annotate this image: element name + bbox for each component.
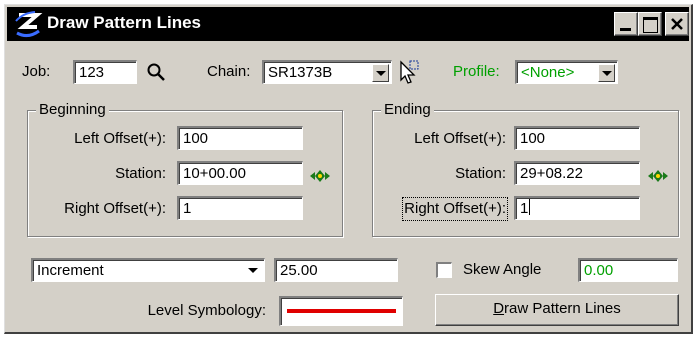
chain-label: Chain:	[207, 63, 251, 80]
increment-field[interactable]: 25.00	[274, 258, 398, 282]
chevron-down-icon[interactable]	[372, 64, 389, 82]
title-bar[interactable]: Draw Pattern Lines	[7, 7, 689, 41]
beginning-left-offset-label: Left Offset(+):	[74, 130, 166, 147]
ending-station-label: Station:	[455, 165, 506, 182]
ending-group-title: Ending	[381, 100, 434, 120]
locate-station-icon[interactable]	[647, 169, 669, 183]
symbology-line	[287, 309, 396, 313]
app-logo-icon	[15, 11, 43, 38]
ending-right-offset-label: Right Offset(+):	[402, 197, 508, 221]
profile-label: Profile:	[453, 63, 500, 80]
chain-dropdown[interactable]: SR1373B	[262, 60, 392, 84]
job-field[interactable]: 123	[73, 60, 137, 84]
skew-angle-label: Skew Angle	[463, 261, 542, 278]
ending-right-offset-field[interactable]: 1	[514, 196, 640, 220]
close-icon	[671, 18, 683, 30]
maximize-button[interactable]	[638, 12, 662, 36]
beginning-right-offset-label: Right Offset(+):	[64, 200, 166, 217]
draw-pattern-lines-dialog: Draw Pattern Lines Job: 123 Chain: SR137…	[4, 4, 693, 334]
window-title: Draw Pattern Lines	[47, 13, 201, 32]
locate-station-icon[interactable]	[309, 169, 331, 183]
ending-left-offset-label: Left Offset(+):	[414, 130, 506, 147]
beginning-station-label: Station:	[115, 165, 166, 182]
skew-angle-checkbox[interactable]	[436, 262, 452, 278]
text-caret	[529, 199, 531, 215]
mode-dropdown[interactable]: Increment	[31, 258, 265, 282]
chevron-down-icon[interactable]	[245, 262, 262, 280]
mode-value: Increment	[37, 262, 104, 279]
minimize-button[interactable]	[614, 12, 638, 36]
beginning-group-title: Beginning	[36, 100, 109, 120]
chevron-down-icon[interactable]	[598, 64, 615, 82]
ending-station-field[interactable]: 29+08.22	[514, 161, 640, 185]
search-icon[interactable]	[146, 62, 166, 82]
job-label: Job:	[22, 63, 51, 80]
beginning-left-offset-field[interactable]: 100	[177, 126, 303, 150]
beginning-right-offset-field[interactable]: 1	[177, 196, 303, 220]
chain-value: SR1373B	[268, 64, 333, 81]
draw-pattern-lines-button[interactable]: Draw Pattern Lines	[435, 294, 679, 326]
skew-angle-field[interactable]: 0.00	[578, 258, 678, 282]
select-chain-icon[interactable]	[395, 58, 421, 86]
close-button[interactable]	[665, 12, 689, 36]
ending-left-offset-field[interactable]: 100	[514, 126, 640, 150]
profile-dropdown[interactable]: <None>	[515, 60, 618, 84]
profile-value: <None>	[521, 64, 575, 81]
beginning-station-field[interactable]: 10+00.00	[177, 161, 303, 185]
level-symbology-label: Level Symbology:	[147, 302, 266, 319]
ending-right-offset-value: 1	[520, 200, 529, 217]
level-symbology-swatch[interactable]	[279, 296, 403, 326]
